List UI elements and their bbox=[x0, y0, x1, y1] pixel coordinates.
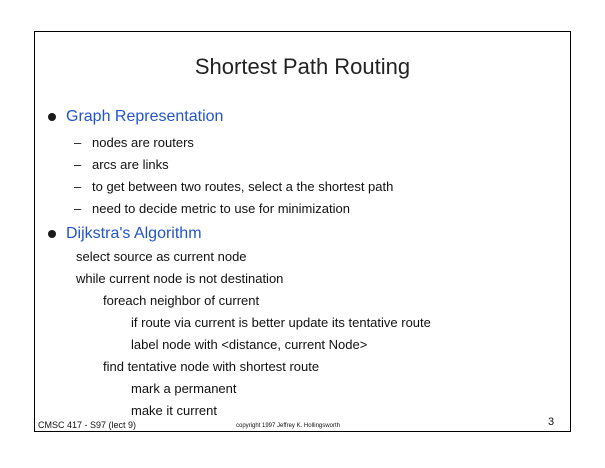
pseudocode-line: mark a permanent bbox=[131, 381, 237, 396]
footer-copyright: copyright 1997 Jeffrey K. Hollingsworth bbox=[236, 423, 340, 429]
pseudocode-line: select source as current node bbox=[76, 249, 247, 264]
dash-icon: – bbox=[74, 179, 82, 194]
list-item: nodes are routers bbox=[92, 135, 194, 150]
page-number: 3 bbox=[548, 416, 555, 428]
section-heading-dijkstra: Dijkstra's Algorithm bbox=[66, 225, 202, 242]
section-heading-graph: Graph Representation bbox=[66, 108, 224, 125]
list-item: arcs are links bbox=[92, 157, 169, 172]
dash-icon: – bbox=[74, 157, 82, 172]
list-item: to get between two routes, select a the … bbox=[92, 179, 394, 194]
pseudocode-line: find tentative node with shortest route bbox=[103, 359, 320, 374]
bullet-icon bbox=[48, 113, 56, 121]
list-item: need to decide metric to use for minimiz… bbox=[92, 201, 350, 216]
pseudocode-line: if route via current is better update it… bbox=[131, 315, 431, 330]
pseudocode-line: make it current bbox=[131, 403, 217, 418]
dash-icon: – bbox=[74, 201, 82, 216]
slide-title: Shortest Path Routing bbox=[194, 54, 411, 79]
pseudocode-line: while current node is not destination bbox=[76, 271, 284, 286]
pseudocode-line: label node with <distance, current Node> bbox=[131, 337, 368, 352]
dash-icon: – bbox=[74, 135, 82, 150]
pseudocode-line: foreach neighbor of current bbox=[103, 293, 260, 308]
bullet-icon bbox=[48, 230, 56, 238]
footer-course: CMSC 417 - S97 (lect 9) bbox=[38, 420, 137, 430]
